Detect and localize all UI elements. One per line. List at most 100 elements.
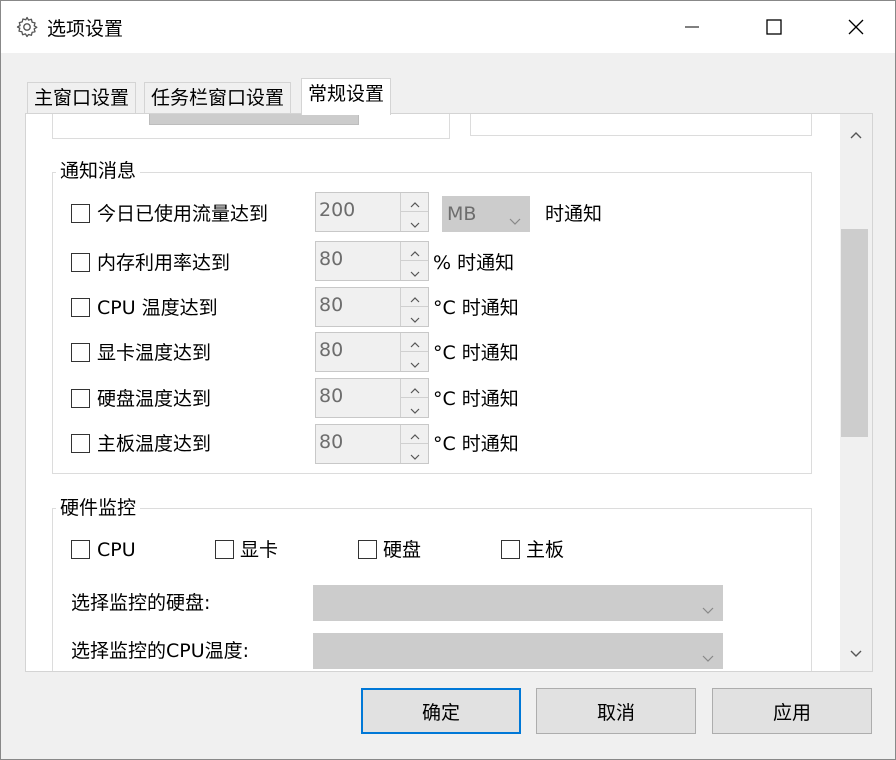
minimize-button[interactable] (663, 1, 721, 53)
hardware-mainboard-checkbox[interactable] (501, 540, 520, 559)
hardware-disk-checkbox[interactable] (358, 540, 377, 559)
gpu-temp-notify-suffix: °C 时通知 (433, 342, 519, 364)
spin-buttons (400, 425, 428, 463)
chevron-down-icon (410, 260, 420, 282)
mainboard-temp-value: 80 (319, 431, 344, 453)
gear-icon (15, 15, 39, 39)
vertical-scrollbar[interactable] (840, 114, 872, 671)
cancel-button[interactable]: 取消 (536, 688, 696, 734)
scroll-up-button[interactable] (840, 116, 872, 150)
spin-up-button[interactable] (401, 379, 428, 398)
mainboard-temp-notify-suffix: °C 时通知 (433, 433, 519, 455)
cpu-temp-value: 80 (319, 294, 344, 316)
spin-buttons (400, 333, 428, 371)
close-icon (848, 19, 864, 35)
ok-button[interactable]: 确定 (361, 688, 521, 734)
spin-buttons (400, 242, 428, 280)
spin-down-button[interactable] (401, 352, 428, 371)
spin-up-button[interactable] (401, 242, 428, 261)
disk-temp-notify-checkbox[interactable] (71, 389, 90, 408)
traffic-notify-suffix: 时通知 (545, 203, 603, 225)
chevron-down-icon (702, 598, 714, 620)
mainboard-temp-notify-label: 主板温度达到 (97, 433, 212, 455)
select-disk-label: 选择监控的硬盘: (71, 592, 211, 614)
mainboard-temp-notify-checkbox[interactable] (71, 434, 90, 453)
cpu-temp-notify-label: CPU 温度达到 (97, 297, 218, 319)
spin-buttons (400, 379, 428, 417)
cpu-temp-notify-suffix: °C 时通知 (433, 297, 519, 319)
disk-temp-notify-label: 硬盘温度达到 (97, 388, 212, 410)
scrollbar-thumb[interactable] (841, 229, 868, 437)
hardware-cpu-checkbox[interactable] (71, 540, 90, 559)
chevron-down-icon (410, 351, 420, 373)
tab-general-settings[interactable]: 常规设置 (301, 78, 392, 115)
hardware-cpu-label: CPU (97, 539, 136, 561)
ok-button-label: 确定 (421, 701, 460, 724)
maximize-button[interactable] (745, 1, 803, 53)
chevron-down-icon (410, 397, 420, 419)
select-cpu-temp-label: 选择监控的CPU温度: (71, 640, 250, 662)
tab-label: 主窗口设置 (34, 87, 130, 109)
traffic-notify-label: 今日已使用流量达到 (97, 203, 269, 225)
chevron-down-icon (410, 211, 420, 233)
previous-right-box (470, 114, 812, 136)
window-title: 选项设置 (47, 18, 124, 40)
notify-group-title: 通知消息 (56, 160, 141, 182)
cpu-temp-notify-checkbox[interactable] (71, 298, 90, 317)
disk-temp-value-spinbox[interactable]: 80 (315, 378, 429, 418)
hardware-disk-label: 硬盘 (383, 539, 422, 561)
spin-buttons (400, 288, 428, 326)
apply-button-label: 应用 (772, 701, 811, 724)
hardware-mainboard-label: 主板 (526, 539, 565, 561)
gpu-temp-notify-label: 显卡温度达到 (97, 342, 212, 364)
spin-down-button[interactable] (401, 307, 428, 326)
minimize-icon (685, 26, 699, 28)
hardware-group-title: 硬件监控 (56, 497, 141, 519)
spin-up-button[interactable] (401, 193, 428, 212)
general-settings-panel: 通知消息 今日已使用流量达到 200 MB 时通知 内存利用率达到 80 % 时… (25, 113, 873, 672)
close-button[interactable] (827, 1, 885, 53)
tab-label: 任务栏窗口设置 (151, 87, 285, 109)
mainboard-temp-value-spinbox[interactable]: 80 (315, 424, 429, 464)
select-disk-combo[interactable] (313, 585, 723, 621)
gpu-temp-notify-checkbox[interactable] (71, 343, 90, 362)
memory-value: 80 (319, 248, 344, 270)
traffic-unit-select[interactable]: MB (442, 196, 530, 232)
spin-up-button[interactable] (401, 333, 428, 352)
memory-notify-suffix: % 时通知 (433, 252, 515, 274)
traffic-value-spinbox[interactable]: 200 (315, 192, 429, 232)
gpu-temp-value-spinbox[interactable]: 80 (315, 332, 429, 372)
chevron-down-icon (410, 443, 420, 465)
chevron-up-icon (850, 122, 862, 144)
maximize-icon (766, 19, 782, 35)
spin-down-button[interactable] (401, 398, 428, 417)
memory-value-spinbox[interactable]: 80 (315, 241, 429, 281)
chevron-down-icon (410, 306, 420, 328)
chevron-down-icon (702, 646, 714, 668)
scroll-down-button[interactable] (840, 635, 872, 669)
tab-main-window[interactable]: 主窗口设置 (27, 82, 137, 114)
traffic-value: 200 (319, 199, 356, 221)
previous-group-box (52, 114, 450, 139)
spin-up-button[interactable] (401, 288, 428, 307)
apply-button[interactable]: 应用 (712, 688, 872, 734)
spin-down-button[interactable] (401, 261, 428, 280)
hardware-gpu-checkbox[interactable] (215, 540, 234, 559)
spin-down-button[interactable] (401, 212, 428, 231)
select-cpu-temp-combo[interactable] (313, 633, 723, 669)
disk-temp-notify-suffix: °C 时通知 (433, 388, 519, 410)
memory-notify-label: 内存利用率达到 (97, 252, 231, 274)
memory-notify-checkbox[interactable] (71, 253, 90, 272)
spin-up-button[interactable] (401, 425, 428, 444)
spin-buttons (400, 193, 428, 231)
disk-temp-value: 80 (319, 385, 344, 407)
cancel-button-label: 取消 (596, 701, 635, 724)
spin-down-button[interactable] (401, 444, 428, 463)
traffic-notify-checkbox[interactable] (71, 204, 90, 223)
chevron-down-icon (850, 641, 862, 663)
gpu-temp-value: 80 (319, 339, 344, 361)
chevron-down-icon (509, 209, 521, 231)
cpu-temp-value-spinbox[interactable]: 80 (315, 287, 429, 327)
hardware-gpu-label: 显卡 (240, 539, 279, 561)
tab-taskbar-window[interactable]: 任务栏窗口设置 (144, 82, 292, 114)
